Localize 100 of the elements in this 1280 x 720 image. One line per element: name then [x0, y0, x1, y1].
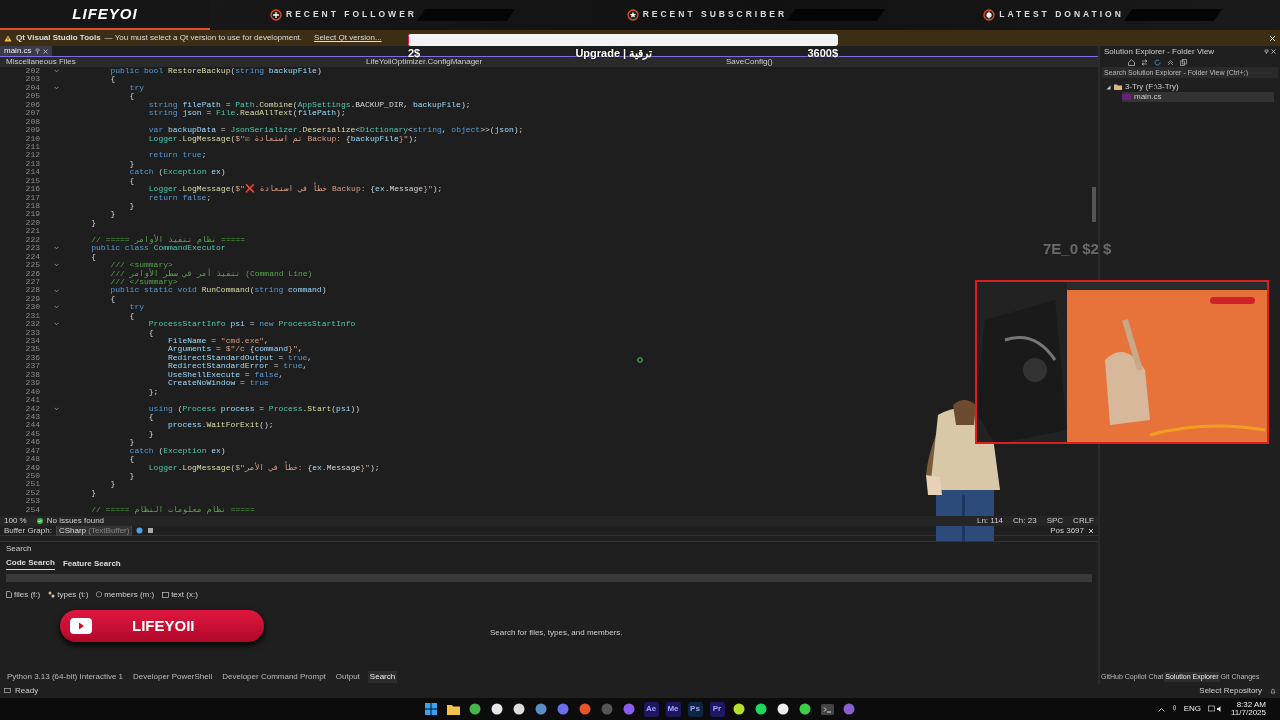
cursor-icon: [637, 357, 643, 363]
line-number: 239: [24, 379, 40, 388]
expanded-icon[interactable]: [1106, 84, 1111, 90]
code-line: }: [147, 429, 154, 439]
youtube-button[interactable]: LIFEYOII: [60, 609, 264, 642]
editor-tab[interactable]: main.cs: [0, 46, 52, 56]
tree-item[interactable]: 3-Try (F:\3-Try): [1106, 82, 1274, 92]
bell-icon[interactable]: [1270, 687, 1276, 695]
chevron-up-icon[interactable]: [1157, 706, 1165, 712]
close-icon[interactable]: [1269, 34, 1276, 42]
app-icon[interactable]: Ae: [643, 701, 659, 717]
code-line: FileName = "cmd.exe",: [167, 337, 269, 346]
app-icon[interactable]: Me: [665, 701, 681, 717]
code-line: {: [109, 294, 116, 304]
collapse-icon[interactable]: [1167, 58, 1174, 66]
panel-title: Search: [6, 544, 33, 554]
code-line: }: [128, 438, 135, 447]
pane-title: Solution Explorer - Folder View: [1104, 46, 1215, 57]
panel-tab[interactable]: Output: [333, 671, 362, 683]
select-qt-link[interactable]: Select Qt version...: [314, 33, 382, 43]
panel-tab[interactable]: Search: [367, 671, 398, 683]
collapse-icon[interactable]: [53, 288, 59, 293]
microphone-icon[interactable]: [1171, 705, 1177, 713]
code-line: {: [109, 75, 116, 84]
status-item[interactable]: Ch: 23: [1013, 516, 1037, 526]
close-icon[interactable]: [1088, 527, 1094, 534]
app-icon[interactable]: [799, 703, 811, 715]
line-number: 249: [24, 463, 40, 472]
navigation-dropdown[interactable]: LifeYoiiOptimizer.ConfigManager: [366, 57, 483, 67]
star-icon: [626, 9, 639, 21]
network-volume-icon[interactable]: [1208, 705, 1224, 713]
app-icon[interactable]: [469, 703, 481, 715]
pin-icon[interactable]: [34, 48, 40, 54]
pin-icon[interactable]: [1264, 49, 1269, 54]
line-number: 225: [24, 261, 40, 270]
line-number: 235: [24, 345, 40, 354]
app-icon[interactable]: Ps: [687, 701, 703, 717]
code-line: return true;: [147, 151, 207, 160]
types-icon: [48, 591, 56, 599]
filter-label[interactable]: files (f:): [14, 590, 41, 600]
scrollbar-thumb[interactable]: [1092, 187, 1096, 222]
app-icon[interactable]: [777, 703, 789, 715]
copy-icon[interactable]: [1180, 58, 1187, 66]
app-icon[interactable]: [491, 703, 503, 715]
code-line: ProcessStartInfo psi = new ProcessStartInfo: [147, 320, 356, 329]
filter-label[interactable]: text (x:): [171, 590, 198, 600]
panel-tab[interactable]: Developer Command Prompt: [220, 671, 328, 683]
code-line: RedirectStandardError = true,: [167, 362, 308, 371]
collapse-icon[interactable]: [53, 69, 59, 74]
collapse-icon[interactable]: [53, 322, 59, 327]
collapse-icon[interactable]: [53, 263, 59, 268]
folder-icon[interactable]: [446, 703, 460, 715]
infobar-message: — You must select a Qt version to use for development.: [104, 33, 303, 43]
refresh-icon[interactable]: [1154, 58, 1161, 66]
terminal-icon[interactable]: [820, 703, 834, 715]
collapse-icon[interactable]: [53, 86, 59, 91]
code-line: process.WaitForExit();: [167, 421, 274, 430]
clock-date[interactable]: 11/7/2025: [1231, 709, 1266, 718]
line-number: 202: [24, 67, 40, 76]
search-tab[interactable]: Code Search: [6, 557, 55, 571]
close-icon[interactable]: [1271, 49, 1276, 54]
collapse-icon[interactable]: [53, 246, 59, 251]
app-icon[interactable]: [733, 703, 745, 715]
collapse-icon[interactable]: [53, 406, 59, 411]
goal-start: 2$: [408, 48, 421, 59]
code-line: };: [147, 387, 159, 397]
line-number: 212: [24, 151, 40, 160]
collapse-icon[interactable]: [53, 305, 59, 310]
code-line: {: [147, 328, 154, 337]
app-icon[interactable]: [513, 703, 525, 715]
home-icon[interactable]: [1128, 58, 1135, 66]
tree-item[interactable]: main.cs: [1122, 92, 1274, 102]
navigation-dropdown[interactable]: SaveConfig(): [726, 57, 773, 67]
app-icon[interactable]: Pr: [709, 701, 725, 717]
filter-label[interactable]: types (t:): [57, 590, 89, 600]
navigation-dropdown[interactable]: Miscellaneous Files: [6, 57, 76, 67]
sync-icon[interactable]: [1141, 58, 1148, 66]
search-field[interactable]: [6, 574, 1092, 583]
line-number: 221: [24, 227, 40, 236]
zoom-level[interactable]: 100 %: [4, 516, 27, 526]
language-indicator[interactable]: ENG: [1183, 704, 1201, 714]
status-item[interactable]: CRLF: [1073, 516, 1094, 526]
panel-tab[interactable]: Developer PowerShell: [131, 671, 215, 683]
text-icon: [162, 591, 170, 598]
filter-label[interactable]: members (m:): [104, 590, 155, 600]
plus-icon: [270, 9, 282, 21]
close-icon[interactable]: [42, 48, 48, 54]
windows-icon[interactable]: [425, 703, 437, 715]
line-number: 216: [24, 185, 40, 194]
app-icon[interactable]: [535, 703, 547, 715]
position-readout: Pos 3697: [1050, 525, 1084, 536]
line-number: 211: [24, 142, 40, 152]
status-item[interactable]: SPC: [1046, 516, 1064, 526]
app-icon[interactable]: [755, 703, 767, 715]
line-number: 248: [24, 455, 40, 464]
panel-tab[interactable]: Python 3.13 (64-bit) Interactive 1: [5, 671, 126, 683]
status-item[interactable]: Ln: 114: [976, 516, 1004, 526]
search-tab[interactable]: Feature Search: [62, 557, 121, 571]
repository-selector[interactable]: Select Repository: [1199, 686, 1262, 696]
clock-time[interactable]: 8:32 AM: [1231, 700, 1266, 709]
